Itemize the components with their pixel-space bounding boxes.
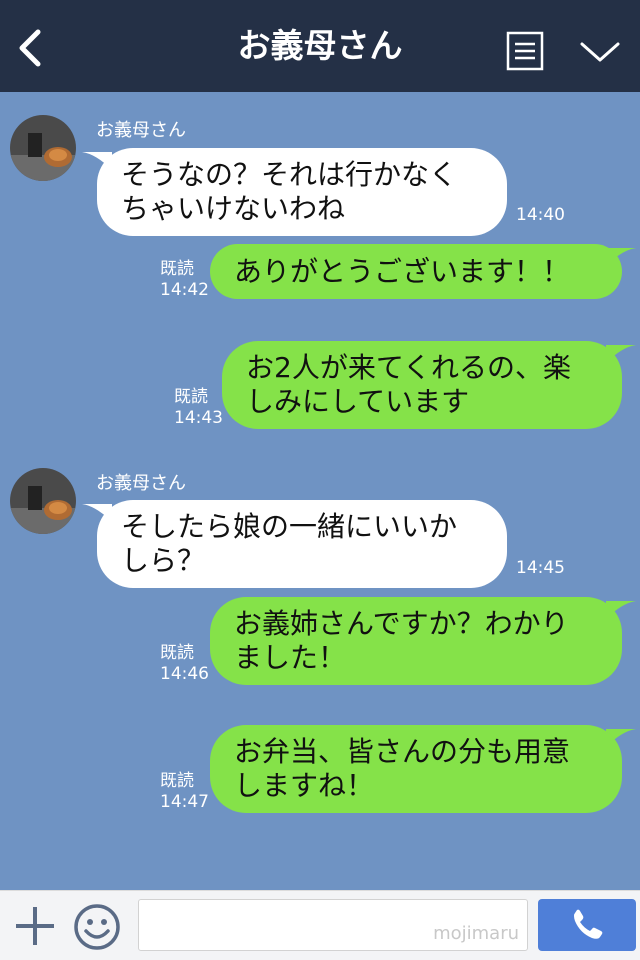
message-bubble-outgoing[interactable]: お義姉さんですか？わかり ました！ — [210, 597, 622, 685]
message-time: 14:46 — [160, 664, 209, 684]
message-time: 14:43 — [174, 408, 223, 428]
message-input[interactable]: mojimaru — [138, 899, 528, 951]
message-time: 14:45 — [516, 558, 565, 578]
chat-title: お義母さん — [237, 26, 403, 65]
read-status: 既読 — [160, 643, 194, 663]
message-bubble-incoming[interactable]: そうなの？それは行かなく ちゃいけないわね — [97, 148, 507, 236]
read-receipt: 既読 14:47 — [160, 771, 209, 813]
smiley-icon[interactable] — [73, 903, 121, 951]
message-bubble-outgoing[interactable]: お弁当、皆さんの分も用意 しますね！ — [210, 725, 622, 813]
call-button[interactable] — [538, 899, 636, 951]
message-bubble-incoming[interactable]: そしたら娘の一緒にいいか しら？ — [97, 500, 507, 588]
read-status: 既読 — [174, 387, 208, 407]
message-line: ました！ — [234, 641, 347, 674]
message-line: しら？ — [121, 544, 206, 577]
read-receipt: 既読 14:43 — [174, 387, 223, 429]
message-bubble-outgoing[interactable]: お2人が来てくれるの、楽 しみにしています — [222, 341, 622, 429]
phone-icon — [574, 909, 603, 939]
message-bubble-outgoing[interactable]: ありがとうございます！！ — [210, 244, 622, 299]
chat-header: お義母さん — [0, 0, 640, 92]
message-line: お弁当、皆さんの分も用意 — [234, 735, 571, 768]
avatar[interactable] — [10, 115, 76, 181]
read-receipt: 既読 14:46 — [160, 643, 209, 685]
read-status: 既読 — [160, 259, 194, 279]
message-line: ありがとうございます！！ — [234, 254, 571, 288]
message-line: しますね！ — [234, 769, 375, 802]
menu-icon[interactable] — [506, 31, 544, 71]
read-receipt: 既読 14:42 — [160, 259, 209, 301]
read-status: 既読 — [160, 771, 194, 791]
message-time: 14:47 — [160, 792, 209, 812]
watermark: mojimaru — [433, 923, 519, 944]
message-line: お義姉さんですか？わかり — [234, 607, 569, 640]
avatar[interactable] — [10, 468, 76, 534]
message-line: ちゃいけないわね — [121, 192, 346, 225]
input-bar: mojimaru — [0, 890, 640, 960]
sender-name: お義母さん — [96, 473, 186, 494]
message-line: しみにしています — [246, 385, 470, 418]
plus-icon[interactable] — [14, 905, 56, 947]
message-time: 14:40 — [516, 205, 565, 225]
message-time: 14:42 — [160, 280, 209, 300]
sender-name: お義母さん — [96, 120, 186, 141]
chevron-down-icon[interactable] — [578, 36, 622, 68]
message-line: お2人が来てくれるの、楽 — [246, 351, 571, 384]
message-line: そうなの？それは行かなく — [121, 158, 458, 191]
message-line: そしたら娘の一緒にいいか — [121, 510, 458, 543]
